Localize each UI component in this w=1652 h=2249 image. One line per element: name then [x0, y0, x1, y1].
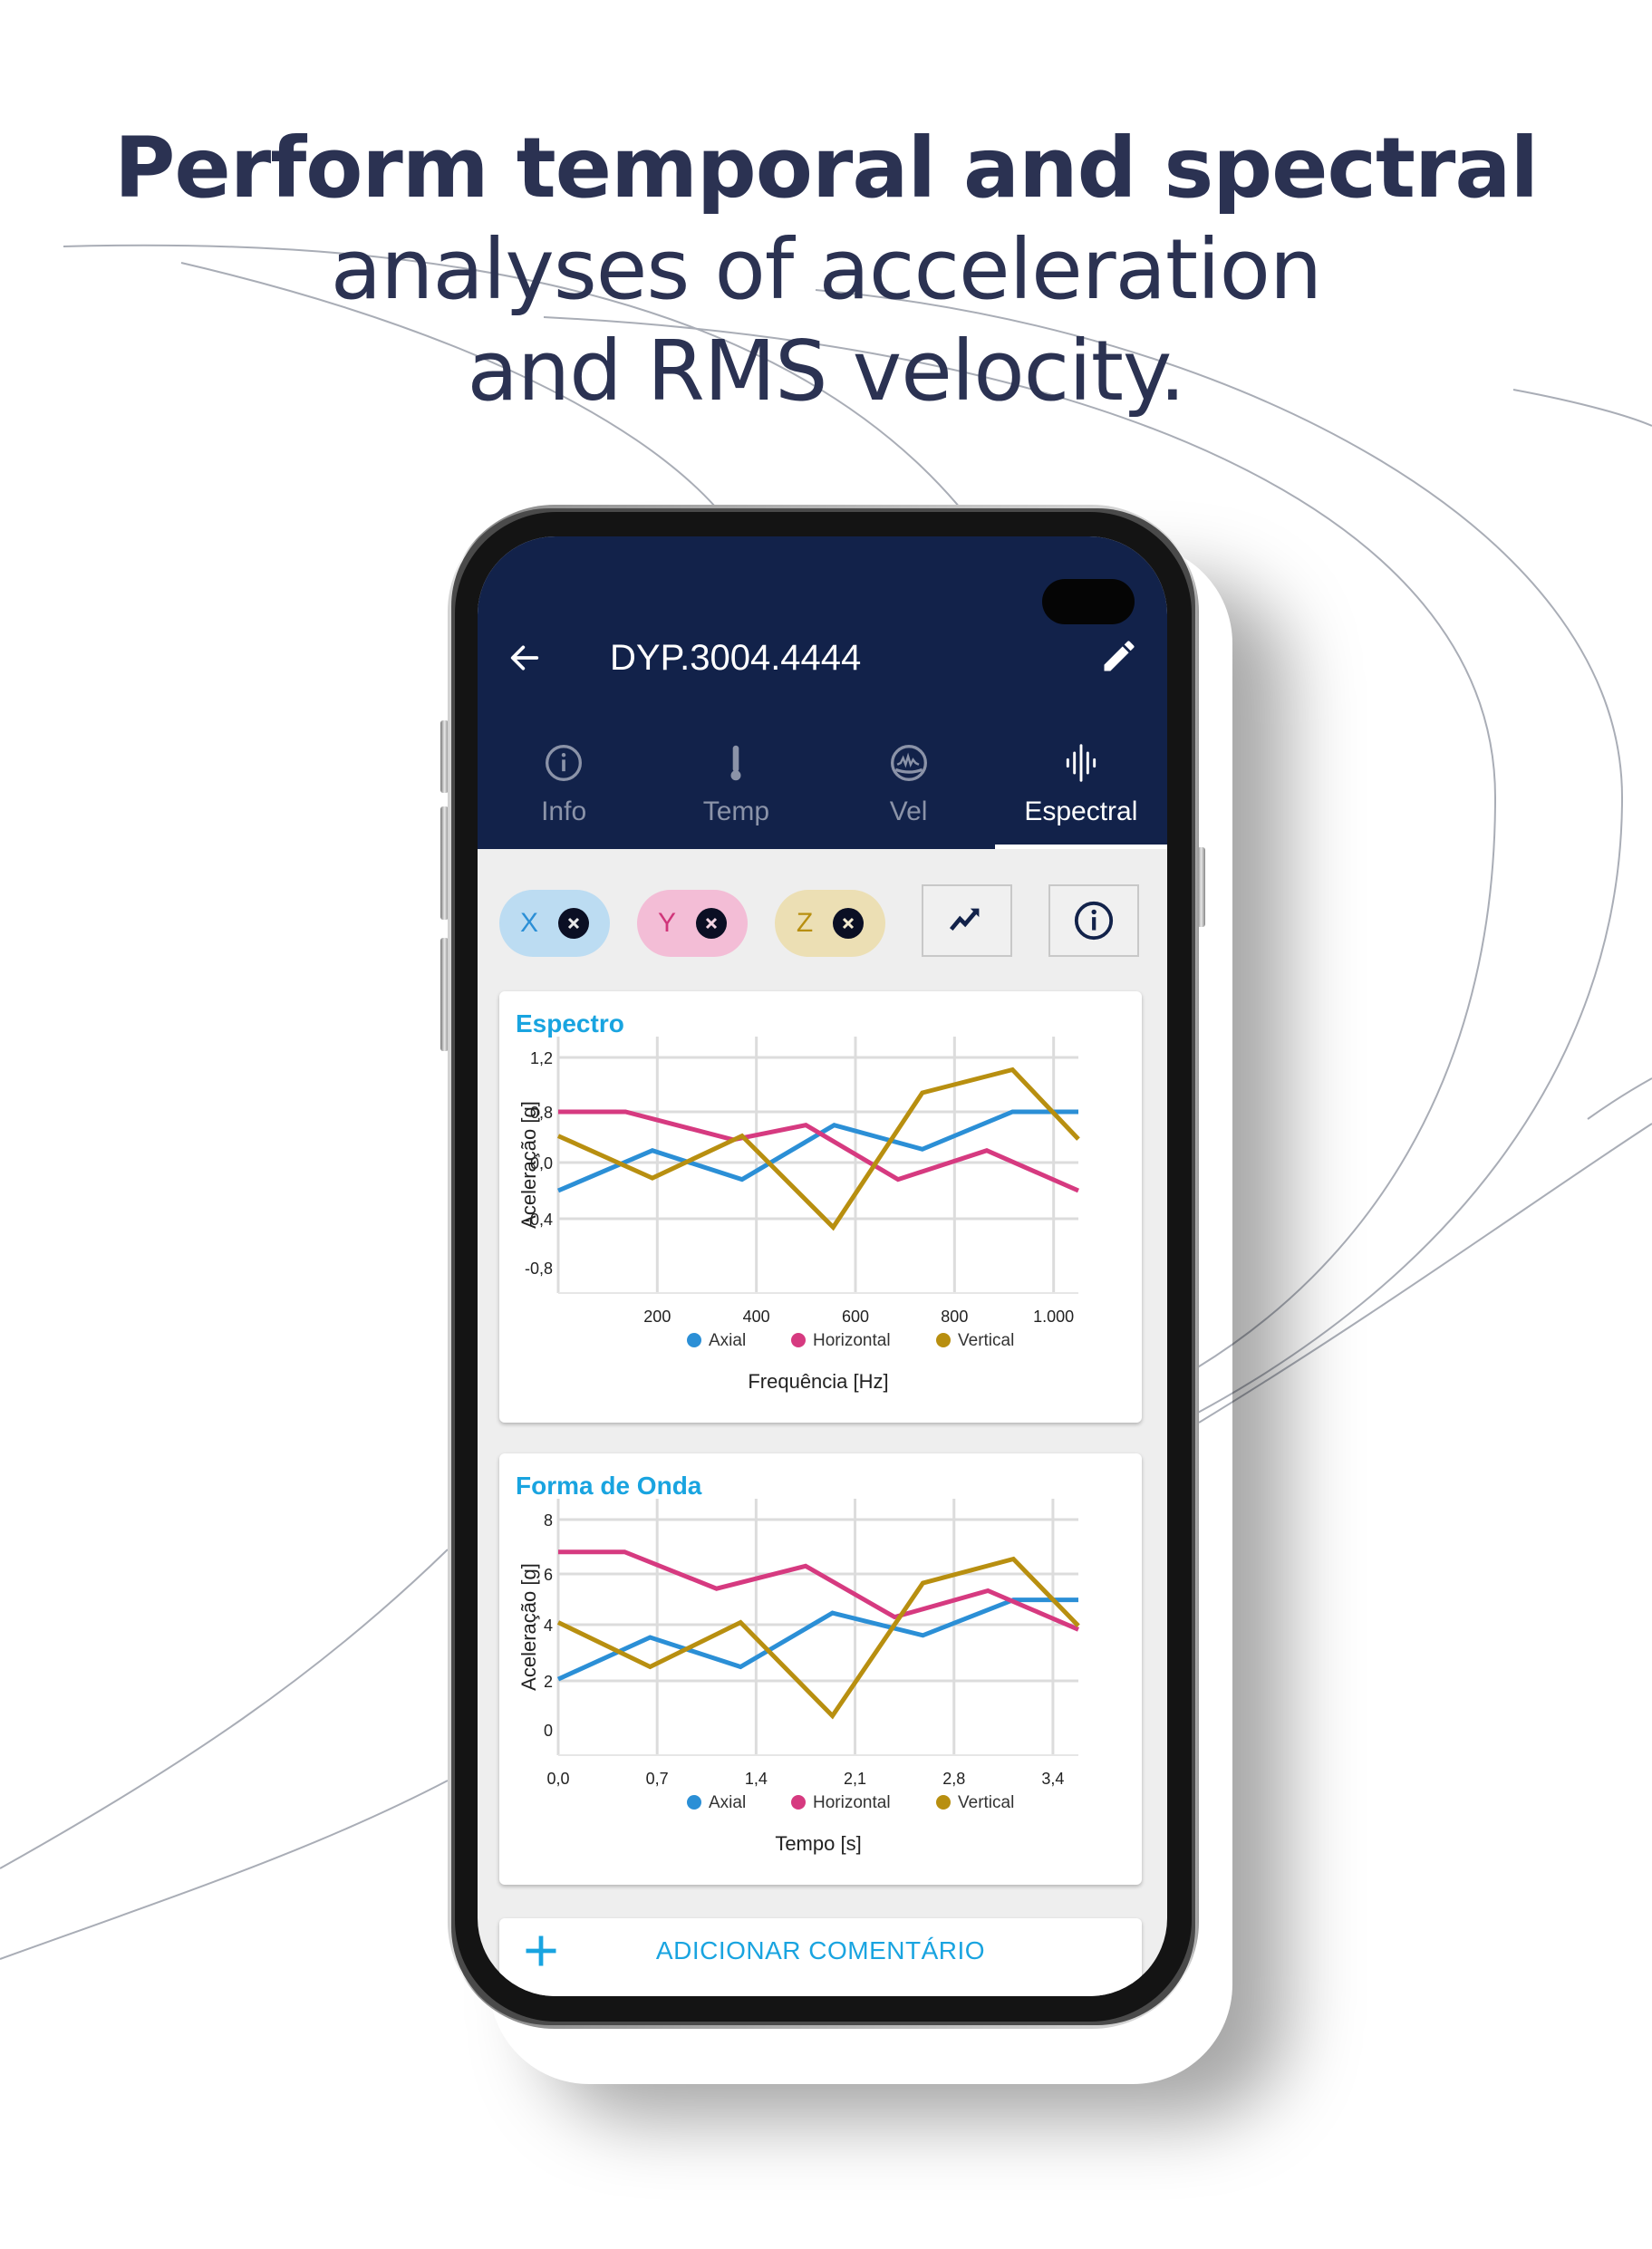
- x-tick-label: 2,8: [942, 1770, 965, 1788]
- series-line-vertical: [556, 1556, 1080, 1720]
- y-tick-label: 4: [544, 1617, 553, 1635]
- series-line-horizontal: [558, 1109, 1080, 1193]
- legend-label: Vertical: [958, 1793, 1014, 1812]
- series-line-vertical: [556, 1067, 1080, 1231]
- y-tick-label: 8: [544, 1511, 553, 1530]
- series-line-axial: [556, 1597, 1078, 1682]
- headline-line-3: and RMS velocity.: [467, 323, 1186, 420]
- axis-filter-row: X Y Z: [478, 884, 1167, 966]
- tab-vel[interactable]: Vel: [823, 727, 995, 849]
- legend-marker: [791, 1333, 806, 1347]
- y-tick-label: 1,2: [530, 1049, 553, 1067]
- info-button[interactable]: [1048, 884, 1139, 957]
- device-title: DYP.3004.4444: [610, 638, 862, 678]
- trend-button[interactable]: [922, 884, 1012, 957]
- y-tick-label: 2: [544, 1673, 553, 1691]
- waveform-card: Forma de Onda 8 6 4 2 0 0,0 0,7 1,4 2,1 2,8 3,4 Ace…: [499, 1453, 1142, 1885]
- edit-button[interactable]: [1094, 631, 1145, 681]
- x-tick-label: 200: [643, 1308, 671, 1326]
- x-tick-label: 600: [842, 1308, 869, 1326]
- tab-info[interactable]: Info: [478, 727, 650, 849]
- waveform-chart: 8 6 4 2 0 0,0 0,7 1,4 2,1 2,8 3,4 Aceleração [g] Axi…: [517, 1499, 1080, 1855]
- y-tick-label: -0,8: [525, 1260, 553, 1278]
- chip-axis-z[interactable]: Z: [775, 890, 885, 957]
- tab-label: Vel: [889, 796, 928, 826]
- spectrum-chart: 1,20,80,0-0,4-0,8200 400 600 800 1.000Aceler…: [517, 1037, 1080, 1393]
- velocity-gauge-icon: [890, 745, 927, 781]
- legend-marker: [687, 1795, 701, 1810]
- chip-axis-x[interactable]: X: [499, 890, 610, 957]
- legend-marker: [687, 1333, 701, 1347]
- close-circle-icon[interactable]: [696, 908, 727, 939]
- arrow-left-icon: [510, 645, 539, 671]
- x-axis-label: Tempo [s]: [775, 1832, 861, 1855]
- phone-screen: DYP.3004.4444 Info Temp Vel Espectral X …: [478, 536, 1167, 1996]
- chip-label: X: [519, 908, 538, 938]
- y-axis-label: Aceleração [g]: [517, 1101, 540, 1229]
- y-tick-label: 6: [544, 1566, 553, 1584]
- x-tick-label: 1.000: [1033, 1308, 1074, 1326]
- add-comment-button[interactable]: ADICIONAR COMENTÁRIO: [499, 1918, 1142, 1996]
- info-circle-icon: [546, 745, 583, 781]
- add-comment-label: ADICIONAR COMENTÁRIO: [655, 1936, 986, 1964]
- x-tick-label: 400: [743, 1308, 770, 1326]
- legend-label: Vertical: [958, 1331, 1014, 1350]
- series-line-axial: [557, 1109, 1078, 1193]
- close-circle-icon[interactable]: [833, 908, 865, 939]
- chip-label: Y: [657, 908, 676, 938]
- chip-label: Z: [796, 908, 814, 938]
- trending-up-icon: [949, 908, 980, 931]
- x-tick-label: 0,7: [646, 1770, 669, 1788]
- legend-marker: [936, 1795, 951, 1810]
- front-camera: [1042, 579, 1135, 624]
- legend-label: Horizontal: [813, 1331, 891, 1350]
- legend-label: Axial: [709, 1793, 746, 1812]
- back-button[interactable]: [501, 634, 548, 681]
- info-circle-icon: [1074, 901, 1114, 941]
- legend-marker: [936, 1333, 951, 1347]
- legend-marker: [791, 1795, 806, 1810]
- x-tick-label: 800: [941, 1308, 968, 1326]
- tab-temp[interactable]: Temp: [650, 727, 822, 849]
- y-tick-label: 0: [544, 1722, 553, 1740]
- tab-bar: Info Temp Vel Espectral: [478, 727, 1167, 849]
- thermometer-icon: [730, 745, 741, 781]
- sound-wave-icon: [1066, 744, 1097, 782]
- x-axis-label: Frequência [Hz]: [748, 1370, 888, 1393]
- y-axis-label: Aceleração [g]: [517, 1563, 540, 1691]
- headline-line-2: analyses of acceleration: [330, 221, 1322, 318]
- close-circle-icon[interactable]: [558, 908, 589, 939]
- tab-label: Espectral: [1024, 796, 1138, 826]
- x-tick-label: 2,1: [844, 1770, 866, 1788]
- spectrum-card: Espectro 1,2 0,8 0,0 -0,4 -0,8 200 400 600 800 1.…: [499, 991, 1142, 1423]
- active-tab-indicator: [994, 845, 1167, 849]
- legend-label: Horizontal: [813, 1793, 891, 1812]
- headline-line-1: Perform temporal and spectral: [114, 120, 1539, 217]
- legend-label: Axial: [709, 1331, 746, 1350]
- tab-label: Temp: [702, 796, 770, 826]
- x-tick-label: 0,0: [546, 1770, 569, 1788]
- tab-label: Info: [541, 796, 587, 826]
- x-tick-label: 1,4: [745, 1770, 768, 1788]
- chip-axis-y[interactable]: Y: [637, 890, 748, 957]
- app-bar: DYP.3004.4444 Info Temp Vel Espectral: [478, 536, 1167, 849]
- x-tick-label: 3,4: [1041, 1770, 1064, 1788]
- headline: Perform temporal and spectral analyses o…: [0, 118, 1652, 422]
- tab-espectral[interactable]: Espectral: [994, 727, 1167, 849]
- pencil-icon: [1104, 641, 1135, 671]
